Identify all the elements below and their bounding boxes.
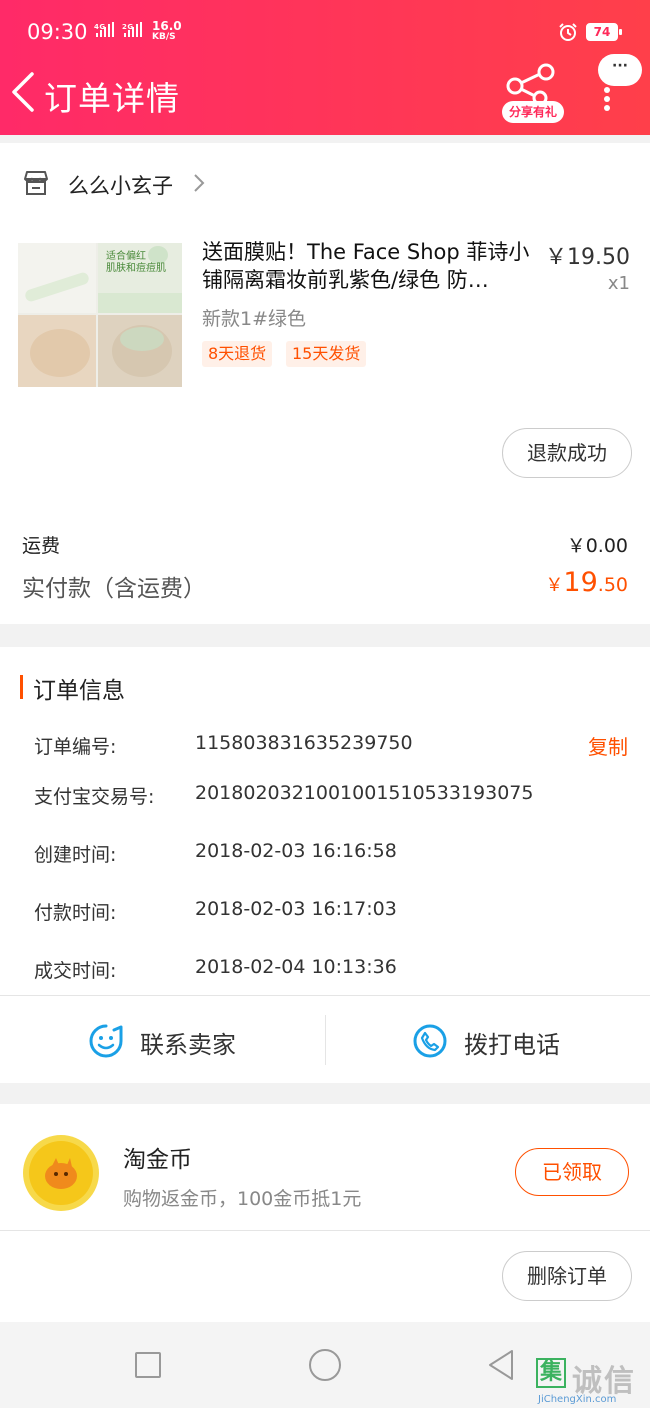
shipping-time-tag: 15天发货 xyxy=(286,341,367,367)
nav-back-icon[interactable] xyxy=(486,1348,516,1382)
order-number-label: 订单编号: xyxy=(34,736,117,758)
created-time-label: 创建时间: xyxy=(34,844,117,866)
status-time: 09:30 xyxy=(27,20,88,44)
watermark: 集 诚信 JiChengXin.com xyxy=(532,1356,650,1408)
order-item-card: 么么小玄子 适合偏红 肌肤和痘痘肌 送面膜贴！The Face Shop 菲诗小… xyxy=(0,143,650,624)
copy-button[interactable]: 复制 xyxy=(588,731,628,760)
home-icon[interactable] xyxy=(309,1349,341,1381)
back-arrow-icon[interactable] xyxy=(8,70,38,114)
currency-symbol: ￥ xyxy=(545,575,564,596)
refund-status-button[interactable]: 退款成功 xyxy=(502,428,632,478)
alipay-trade-value: 2018020321001001510533193075 xyxy=(195,782,534,804)
alarm-icon xyxy=(559,23,577,41)
product-quantity: x1 xyxy=(607,273,630,294)
order-info-card: 订单信息 订单编号: 115803831635239750 复制 支付宝交易号:… xyxy=(0,647,650,1083)
paid-time-value: 2018-02-03 16:17:03 xyxy=(195,898,397,920)
watermark-url: JiChengXin.com xyxy=(538,1394,617,1405)
svg-text:4G: 4G xyxy=(94,23,106,31)
total-paid-integer: 19 xyxy=(563,567,598,598)
chevron-right-icon xyxy=(194,174,205,192)
shipping-fee-label: 运费 xyxy=(22,535,61,557)
delete-order-button[interactable]: 删除订单 xyxy=(502,1251,632,1301)
svg-text:2G: 2G xyxy=(122,23,134,31)
divider xyxy=(0,995,650,996)
network-speed-value: 16.0 xyxy=(152,19,182,33)
coin-card: 淘金币 购物返金币，100金币抵1元 已领取 删除订单 xyxy=(0,1104,650,1322)
product-price: ￥19.50 xyxy=(545,245,630,270)
section-accent-bar xyxy=(20,675,23,699)
product-title[interactable]: 送面膜贴！The Face Shop 菲诗小铺隔离霜妆前乳紫色/绿色 防… xyxy=(202,238,536,294)
contact-seller-label: 联系卖家 xyxy=(140,1031,236,1059)
product-image-caption: 适合偏红 肌肤和痘痘肌 xyxy=(106,251,166,274)
battery-indicator: 74 xyxy=(586,23,622,41)
coin-title: 淘金币 xyxy=(123,1147,192,1173)
total-paid-label: 实付款（含运费） xyxy=(22,576,206,602)
order-number-value: 115803831635239750 xyxy=(195,732,413,754)
divider xyxy=(0,1230,650,1231)
product-sku: 新款1#绿色 xyxy=(202,308,307,330)
taojinbi-coin-icon xyxy=(23,1135,99,1211)
vertical-divider xyxy=(325,1015,326,1065)
status-bar: 09:30 4G 2G 16.0 KB/S 74 xyxy=(0,0,650,60)
signal-bars-icon: 4G 2G xyxy=(94,22,142,37)
completed-time-label: 成交时间: xyxy=(34,960,117,982)
shipping-fee-value: ￥0.00 xyxy=(566,535,628,557)
alipay-trade-label: 支付宝交易号: xyxy=(34,786,155,808)
product-thumbnail[interactable]: 适合偏红 肌肤和痘痘肌 xyxy=(18,243,182,387)
completed-time-value: 2018-02-04 10:13:36 xyxy=(195,956,397,978)
battery-level: 74 xyxy=(593,25,611,39)
page-title: 订单详情 xyxy=(44,79,180,118)
app-header: 09:30 4G 2G 16.0 KB/S 74 订单详情 分享有礼 ··· xyxy=(0,0,650,135)
signal-indicator: 4G 2G xyxy=(94,22,150,41)
store-icon xyxy=(24,171,48,195)
order-info-title: 订单信息 xyxy=(33,678,125,704)
share-reward-label[interactable]: 分享有礼 xyxy=(502,101,564,123)
network-speed-unit: KB/S xyxy=(152,32,176,42)
network-speed: 16.0 KB/S xyxy=(152,19,182,42)
created-time-value: 2018-02-03 16:16:58 xyxy=(195,840,397,862)
call-phone-label: 拨打电话 xyxy=(464,1031,560,1059)
recent-apps-icon[interactable] xyxy=(135,1352,161,1378)
message-bubble[interactable]: ··· xyxy=(598,54,642,86)
phone-icon xyxy=(413,1024,447,1058)
claimed-button[interactable]: 已领取 xyxy=(515,1148,629,1196)
shop-name: 么么小玄子 xyxy=(68,174,173,198)
total-paid-value: ￥19.50 xyxy=(545,567,628,598)
more-menu-icon[interactable] xyxy=(603,86,611,112)
watermark-logo: 集 xyxy=(536,1358,566,1388)
return-policy-tag: 8天退货 xyxy=(202,341,273,367)
chat-smile-icon xyxy=(89,1024,123,1058)
total-paid-decimal: .50 xyxy=(597,574,628,596)
coin-subtitle: 购物返金币，100金币抵1元 xyxy=(123,1188,362,1210)
paid-time-label: 付款时间: xyxy=(34,902,117,924)
